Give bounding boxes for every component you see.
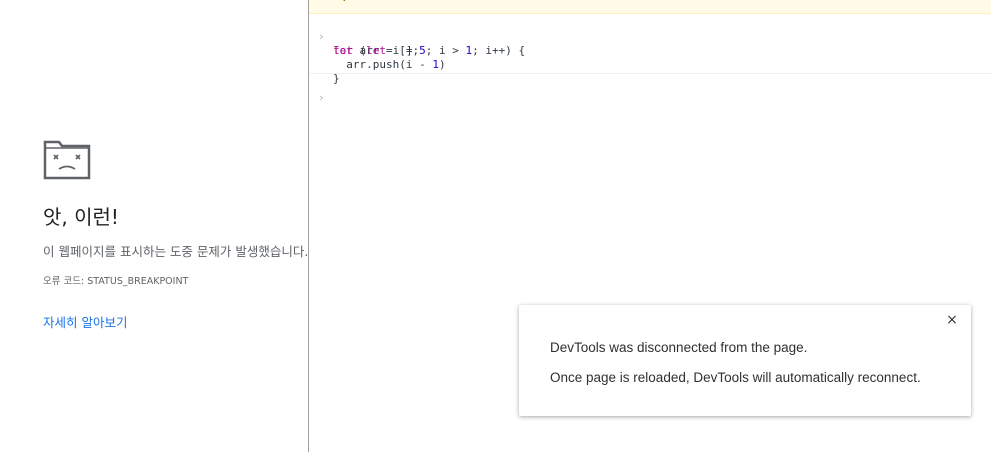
learn-more-link[interactable]: 자세히 알아보기 xyxy=(43,312,127,331)
console-input-line[interactable]: › xyxy=(309,77,991,119)
devtools-disconnected-toast: × DevTools was disconnected from the pag… xyxy=(519,305,971,416)
sad-tab-icon xyxy=(43,140,91,180)
error-message: 이 웹페이지를 표시하는 도중 문제가 발생했습니다. xyxy=(43,244,308,259)
console-prompt-icon: › xyxy=(318,91,325,104)
error-heading: 앗, 이런! xyxy=(43,205,119,229)
truncated-output: · xyxy=(341,0,348,7)
console-entry[interactable]: › let arr = []; for (let i = 5; i > 1; i… xyxy=(309,14,991,85)
close-icon[interactable]: × xyxy=(945,313,959,327)
error-code: 오류 코드: STATUS_BREAKPOINT xyxy=(43,276,189,287)
crashed-page-area: 앗, 이런! 이 웹페이지를 표시하는 도중 문제가 발생했습니다. 오류 코드… xyxy=(0,0,308,452)
toast-message: DevTools was disconnected from the page. xyxy=(550,340,808,355)
toast-submessage: Once page is reloaded, DevTools will aut… xyxy=(550,370,921,385)
console-message-row: · xyxy=(309,0,991,14)
